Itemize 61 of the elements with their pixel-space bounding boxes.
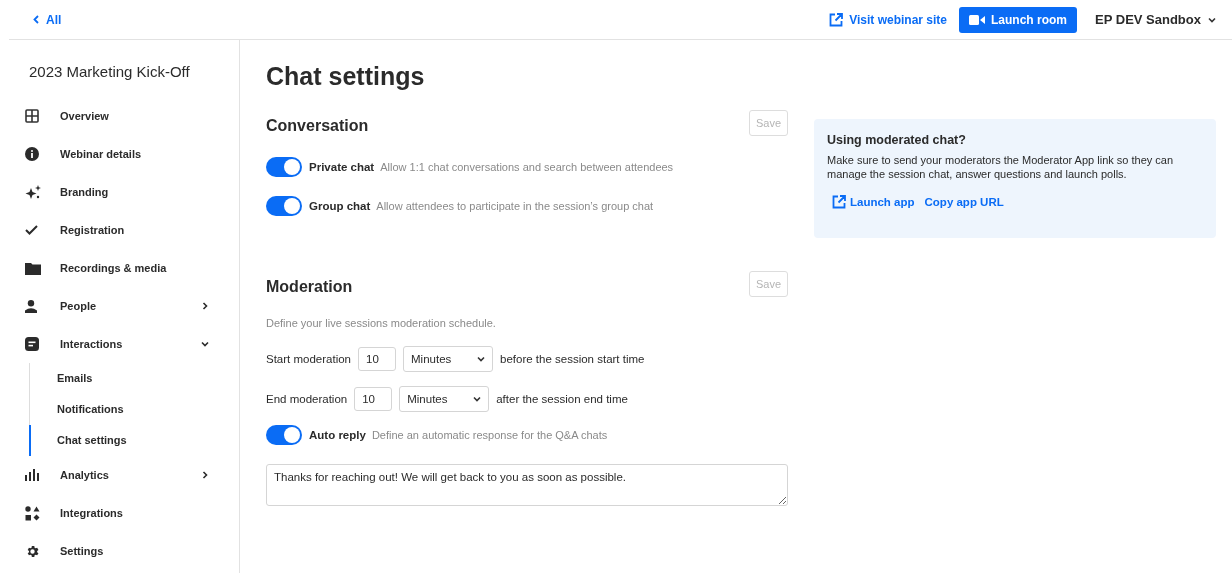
nav-subitem[interactable]: Emails: [29, 363, 239, 394]
nav-item[interactable]: Settings: [25, 532, 215, 570]
unit-dropdown[interactable]: Minutes: [403, 345, 493, 372]
card-text: Make sure to send your moderators the Moderator App link so they can manage the session chat, answer questions and launch polls.: [827, 153, 1175, 181]
toggle-switch[interactable]: [266, 157, 302, 177]
card-title: Using moderated chat?: [827, 133, 967, 147]
section-heading: Moderation: [266, 278, 353, 296]
toggle-description: Define an automatic response for the Q&A chats: [371, 429, 608, 441]
toggle-description: Allow 1:1 chat conversations and search between attendees: [380, 161, 674, 173]
nav-item[interactable]: Recordings & media: [25, 249, 215, 287]
toggle-switch[interactable]: [266, 425, 302, 445]
field-suffix: before the session start time: [500, 352, 645, 365]
section-description: Define your live sessions moderation schedule.: [266, 317, 497, 329]
copy-url-link[interactable]: Copy app URL: [924, 195, 1004, 209]
info-icon: [25, 147, 39, 161]
back-link[interactable]: All: [33, 12, 62, 27]
chevron-left-icon: [33, 15, 39, 24]
launch-app-link[interactable]: Launch app: [832, 195, 915, 209]
number-field[interactable]: 10: [358, 346, 396, 371]
bar-chart-icon: [25, 469, 39, 481]
nav-item[interactable]: Integrations: [25, 494, 215, 532]
event-title: 2023 Marketing Kick-Off: [29, 63, 191, 82]
toggle-label: Group chat: [309, 200, 371, 212]
external-link-icon: [829, 12, 844, 27]
chevron-down-icon: [477, 355, 485, 362]
chevron-down-icon: [473, 395, 482, 402]
nav-item[interactable]: Registration: [25, 211, 215, 249]
toggle-label: Private chat: [309, 161, 375, 173]
chat-icon: [25, 337, 39, 351]
field-suffix: after the session end time: [496, 392, 628, 405]
toggle-switch[interactable]: [266, 196, 302, 216]
account-dropdown[interactable]: EP DEV Sandbox: [1089, 12, 1216, 27]
section-heading: Conversation: [266, 117, 369, 135]
video-camera-icon: [969, 14, 985, 25]
external-link-icon: [832, 195, 846, 209]
visit-site-link[interactable]: Visit webinar site: [829, 12, 947, 27]
reply-text-field[interactable]: Thanks for reaching out! We will get back to you as soon as possible.: [266, 464, 788, 506]
chevron-down-icon: [1208, 16, 1216, 23]
checkmark-icon: [25, 225, 38, 235]
nav-item[interactable]: Overview: [25, 97, 215, 135]
nav-subitem[interactable]: Chat settings: [29, 425, 239, 456]
person-icon: [25, 299, 37, 313]
number-field[interactable]: 10: [354, 386, 393, 411]
folder-icon: [25, 261, 41, 275]
unit-dropdown[interactable]: Minutes: [399, 385, 490, 412]
nav-item[interactable]: People: [25, 287, 215, 325]
nav-item[interactable]: Branding: [25, 173, 215, 211]
nav-item[interactable]: Interactions: [25, 325, 215, 363]
field-label: End moderation: [266, 392, 348, 405]
nav-subitem[interactable]: Notifications: [29, 394, 239, 425]
toggle-label: Auto reply: [309, 429, 366, 441]
toggle-description: Allow attendees to participate in the session’s group chat: [376, 200, 654, 212]
nav-item[interactable]: Analytics: [25, 456, 215, 494]
nav-item[interactable]: Webinar details: [25, 135, 215, 173]
field-label: Start moderation: [266, 352, 351, 365]
page-title: Chat settings: [266, 62, 426, 92]
shapes-icon: [25, 505, 40, 521]
sparkle-icon: [25, 185, 41, 199]
settings-icon: [25, 543, 40, 559]
launch-room-button[interactable]: Launch room: [959, 6, 1078, 33]
grid-icon: [25, 109, 39, 123]
